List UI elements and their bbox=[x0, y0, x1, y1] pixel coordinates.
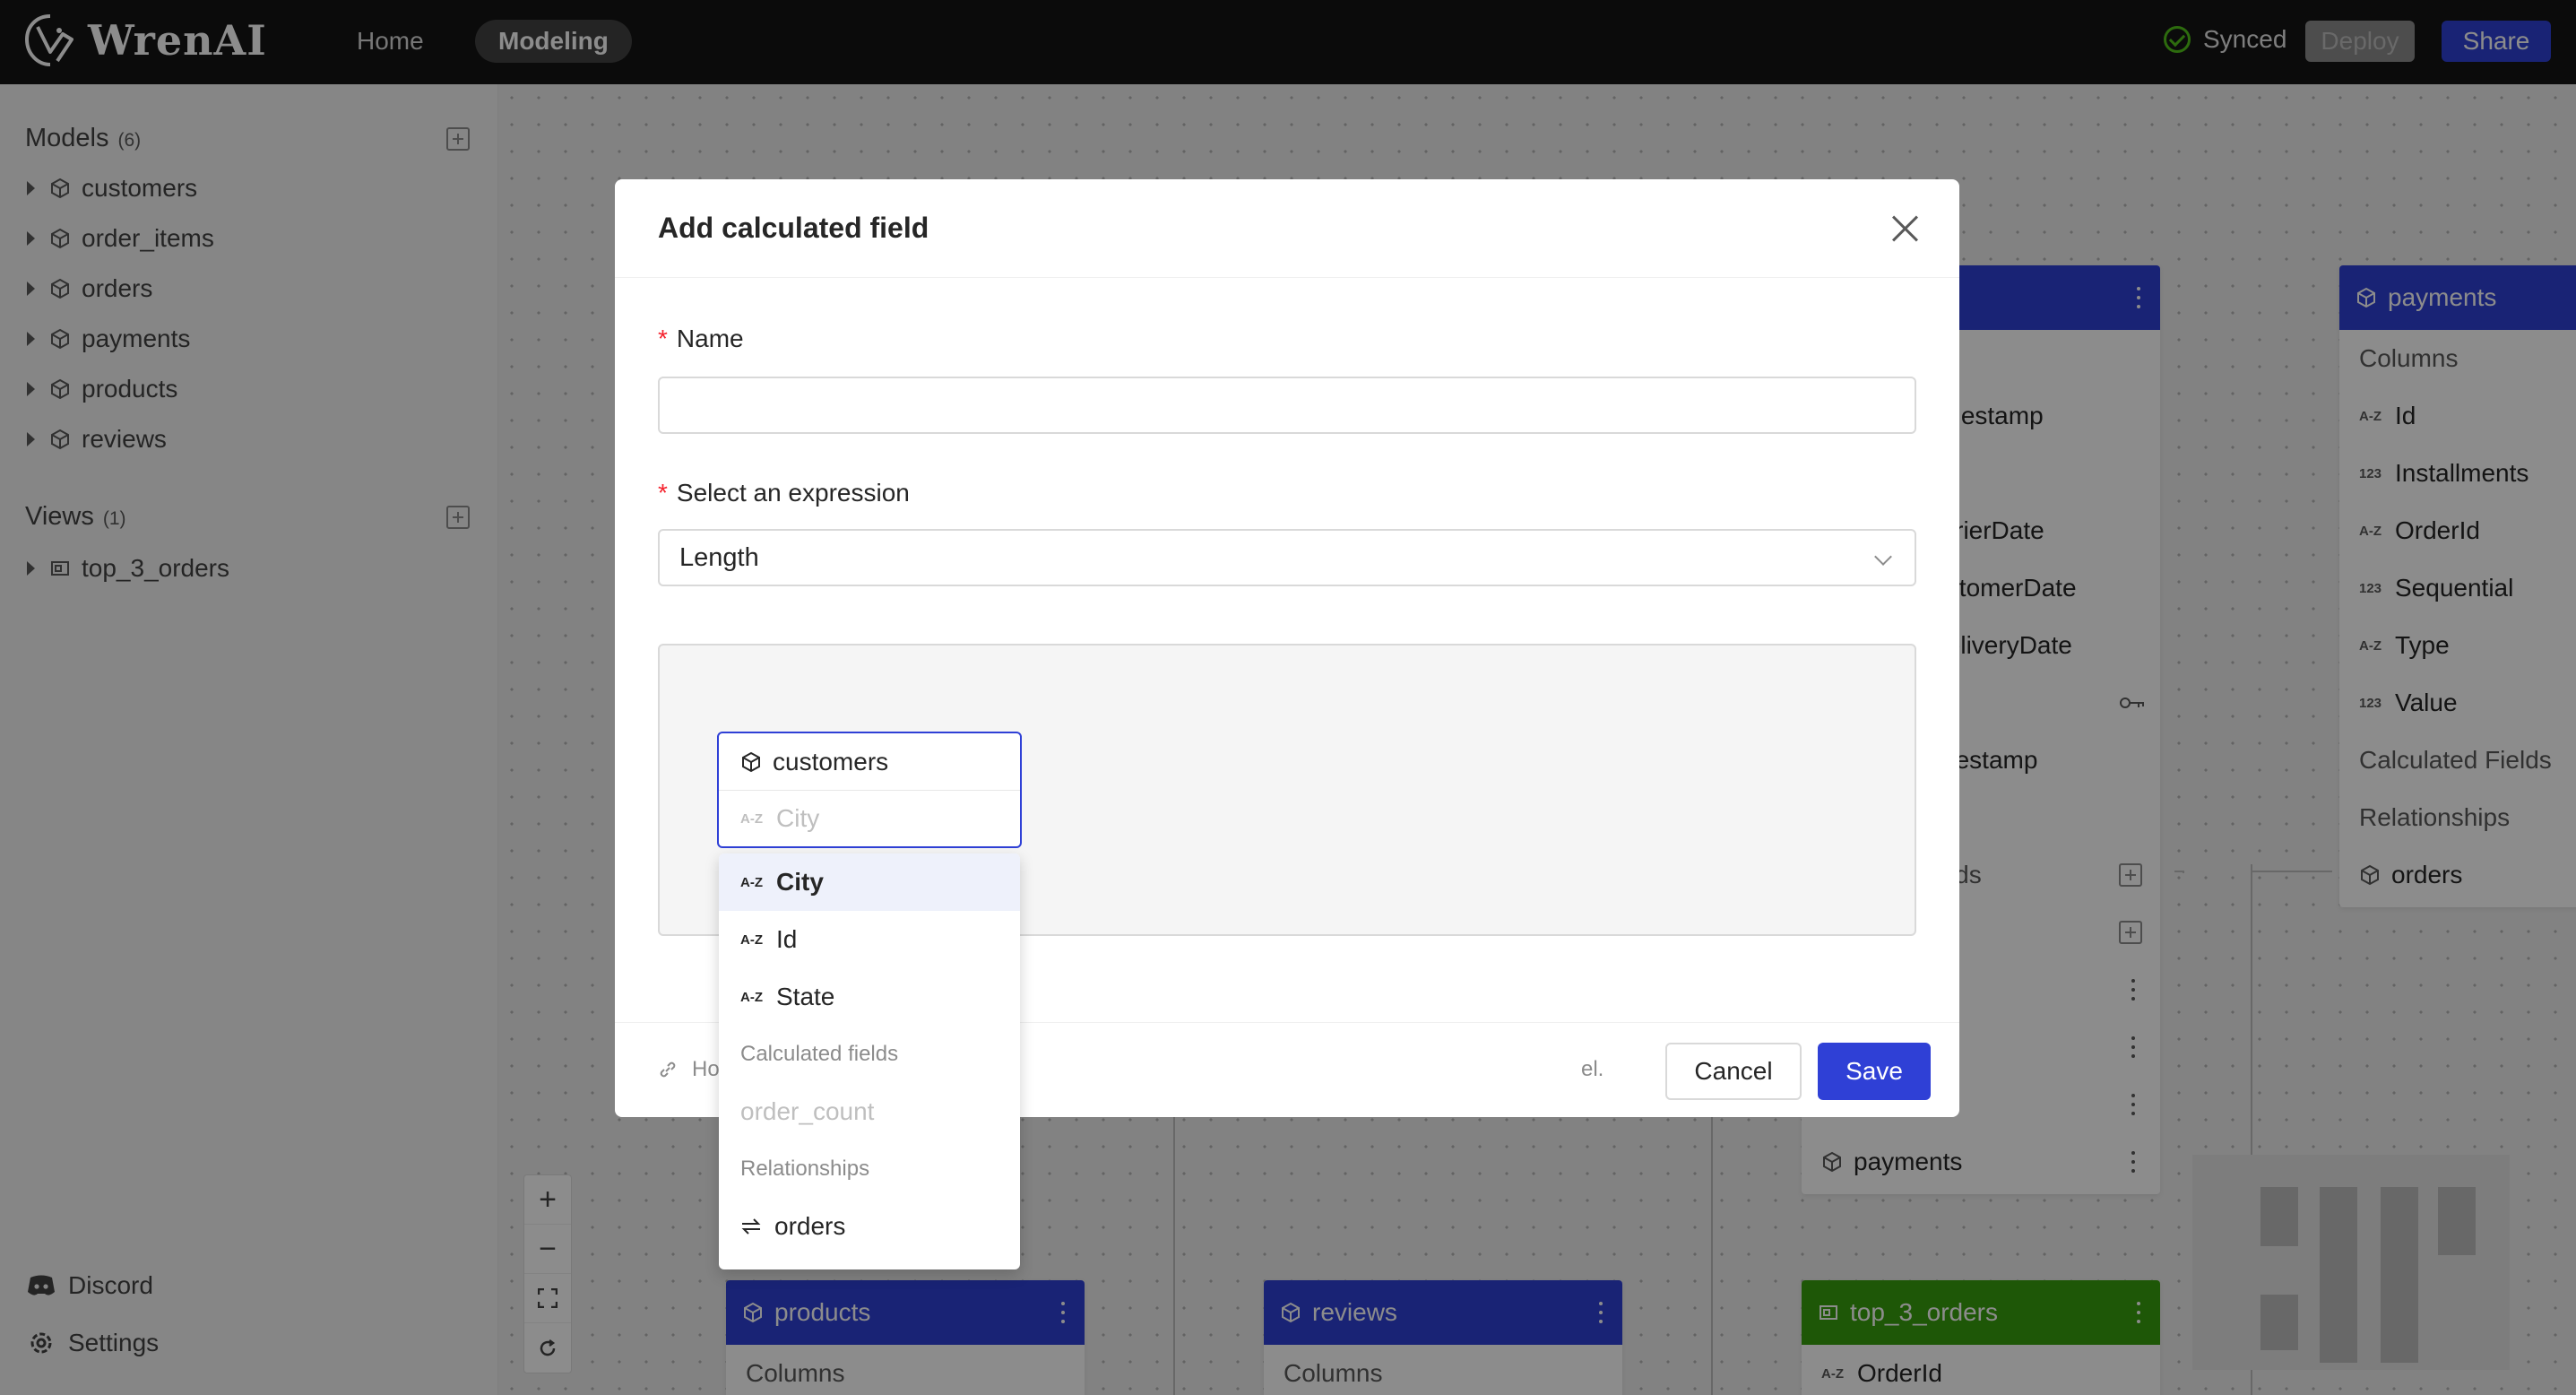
dropdown-option-id[interactable]: A-Z Id bbox=[719, 911, 1020, 968]
dropdown-group-calculated: Calculated fields bbox=[740, 1042, 899, 1066]
dropdown-option-orders[interactable]: orders bbox=[719, 1198, 1020, 1255]
modal-title: Add calculated field bbox=[615, 179, 1959, 278]
close-icon[interactable] bbox=[1891, 215, 1918, 242]
chevron-down-icon bbox=[1874, 548, 1892, 566]
relationship-icon bbox=[741, 1218, 761, 1235]
expression-label: * Select an expression bbox=[658, 479, 910, 507]
link-icon bbox=[660, 1061, 676, 1078]
footer-hint-end: el. bbox=[1581, 1057, 1604, 1081]
expression-select[interactable]: Length bbox=[658, 529, 1916, 586]
footer-hint[interactable]: Ho bbox=[658, 1057, 720, 1082]
cancel-button[interactable]: Cancel bbox=[1665, 1043, 1802, 1100]
dropdown-option-state[interactable]: A-Z State bbox=[719, 968, 1020, 1026]
save-button[interactable]: Save bbox=[1818, 1043, 1931, 1100]
dropdown-option-order-count: order_count bbox=[740, 1097, 875, 1125]
field-picker-search[interactable]: A-Z City bbox=[719, 790, 1020, 846]
cube-icon bbox=[742, 751, 760, 772]
field-picker-model[interactable]: customers bbox=[719, 733, 1020, 790]
name-label: * Name bbox=[658, 325, 744, 352]
name-input[interactable] bbox=[658, 377, 1916, 434]
field-picker[interactable]: customers A-Z City bbox=[717, 732, 1022, 848]
dropdown-group-relationships: Relationships bbox=[740, 1157, 870, 1181]
dropdown-option-city[interactable]: A-Z City bbox=[719, 853, 1020, 911]
field-dropdown: A-Z City A-Z Id A-Z State Calculated fie… bbox=[719, 853, 1020, 1269]
